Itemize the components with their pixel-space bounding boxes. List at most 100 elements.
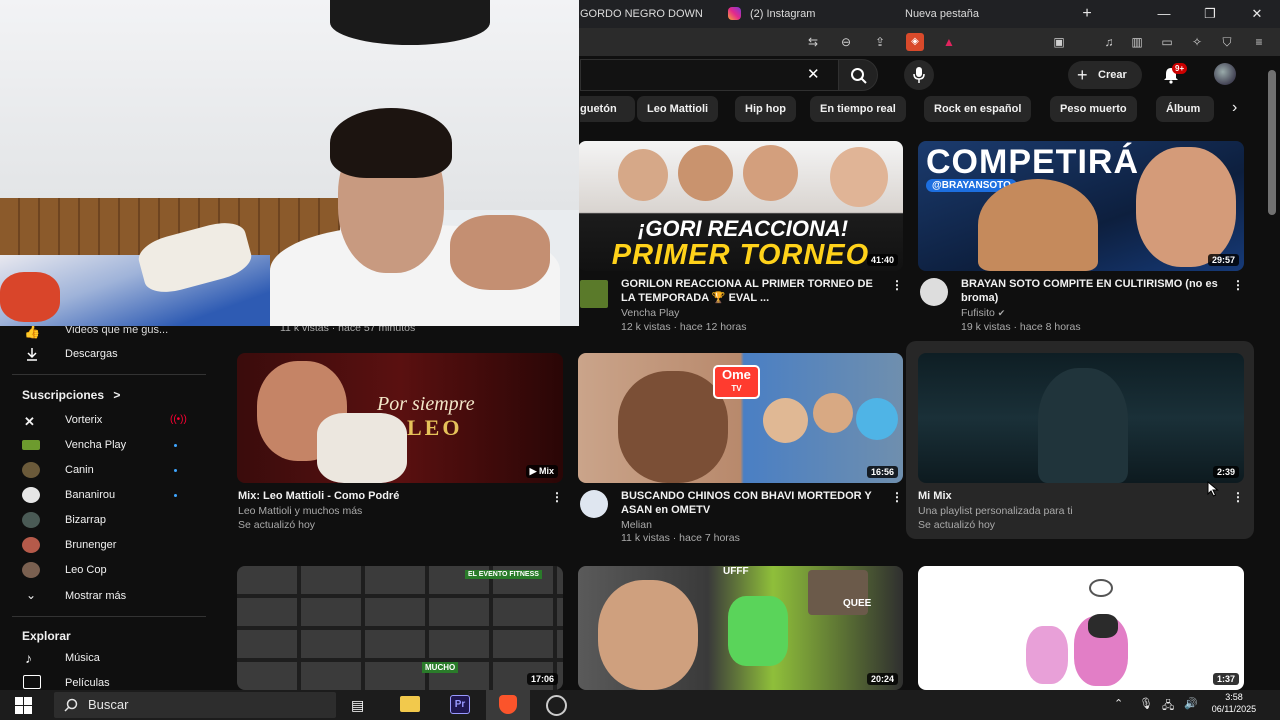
windows-start-icon[interactable] (15, 697, 32, 714)
channel-avatar[interactable] (580, 490, 608, 518)
share-icon[interactable]: ⇪ (871, 33, 889, 51)
channel-name[interactable]: Fufisito ✔ (961, 306, 1005, 320)
brunenger-avatar (22, 537, 40, 553)
thumb-face (856, 398, 898, 440)
more-options-icon[interactable]: ⋮ (1232, 490, 1244, 504)
channel-avatar[interactable] (920, 278, 948, 306)
chevron-up-icon[interactable]: ⌃ (1114, 697, 1123, 710)
sidebar-item-canin[interactable]: Canin (22, 460, 202, 480)
vpn-icon[interactable]: ⛉ (1218, 33, 1236, 51)
clear-search-icon[interactable]: ✕ (807, 65, 820, 83)
subscriptions-heading[interactable]: Suscripciones > (22, 388, 120, 402)
avatar[interactable] (1214, 63, 1236, 85)
video-thumbnail[interactable]: Ome TV 16:56 (578, 353, 903, 483)
chevron-right-icon[interactable]: › (1232, 99, 1237, 117)
chip-en-tiempo-real[interactable]: En tiempo real (810, 96, 906, 122)
video-thumbnail[interactable]: UFFF QUEE 20:24 (578, 566, 903, 690)
download-icon (27, 348, 37, 361)
sidebar-item-brunenger[interactable]: Brunenger (22, 535, 202, 555)
channel-name: Una playlist personalizada para ti (918, 505, 1073, 517)
chip-regueton[interactable]: guetón (580, 96, 635, 122)
brave-shields-icon[interactable]: ◈ (906, 33, 924, 51)
video-title[interactable]: BUSCANDO CHINOS CON BHAVI MORTEDOR Y ASA… (621, 489, 881, 517)
video-title[interactable]: GORILON REACCIONA AL PRIMER TORNEO DE LA… (621, 277, 881, 305)
sidebar-item-downloads[interactable]: Descargas (22, 344, 202, 364)
microphone-icon[interactable]: 🎙 (1139, 697, 1153, 710)
more-options-icon[interactable]: ⋮ (891, 490, 903, 504)
more-options-icon[interactable]: ⋮ (1232, 278, 1244, 292)
sidebar-item-label: Descargas (65, 348, 118, 360)
sidebar-item-vencha-play[interactable]: Vencha Play (22, 435, 202, 455)
chip-peso-muerto[interactable]: Peso muerto (1050, 96, 1137, 122)
screenshot-icon[interactable]: ▣ (1050, 33, 1068, 51)
network-icon[interactable]: 🖧 (1162, 697, 1174, 716)
video-meta: 11 k vistas · hace 7 horas (621, 532, 740, 544)
channel-name[interactable]: Vencha Play (621, 306, 679, 320)
more-options-icon[interactable]: ⋮ (551, 490, 563, 504)
grid-divider (237, 594, 563, 598)
media-icon[interactable]: ♫ (1100, 33, 1118, 51)
channel-name[interactable]: Melian (621, 518, 652, 532)
tab-new[interactable]: Nueva pestaña (905, 0, 1065, 28)
filter-chips: guetón Leo Mattioli Hip hop En tiempo re… (580, 96, 1270, 122)
tab-gordo-negro[interactable]: GORDO NEGRO DOWN (580, 0, 720, 28)
brave-rewards-icon[interactable]: ▲ (940, 33, 958, 51)
create-button[interactable]: + Crear (1068, 61, 1142, 89)
task-view-icon[interactable]: ▤ (351, 697, 364, 714)
tab-label: GORDO NEGRO DOWN (580, 8, 703, 20)
restore-button[interactable]: ❐ (1198, 4, 1222, 24)
voice-search-button[interactable] (904, 60, 934, 90)
video-thumbnail[interactable]: 1:37 (918, 566, 1244, 690)
video-title[interactable]: Mi Mix (918, 489, 1178, 503)
video-title[interactable]: BRAYAN SOTO COMPITE EN CULTIRISMO (no es… (961, 277, 1221, 305)
video-thumbnail[interactable]: Por siempre LEO ▶ Mix (237, 353, 563, 483)
channel-avatar[interactable] (580, 280, 608, 308)
sidebar-icon[interactable]: ▥ (1128, 33, 1146, 51)
sidebar-show-more[interactable]: ⌄ Mostrar más (22, 586, 202, 606)
menu-icon[interactable]: ≡ (1250, 33, 1268, 51)
file-explorer-icon[interactable] (400, 696, 420, 712)
video-thumbnail[interactable]: ¡GORI REACCIONA! PRIMER TORNEO 41:40 (578, 141, 903, 271)
scrollbar-thumb[interactable] (1268, 70, 1276, 215)
explore-heading: Explorar (22, 629, 71, 643)
duration-badge: 41:40 (866, 254, 898, 266)
volume-icon[interactable]: 🔊 (1184, 697, 1198, 710)
taskbar-search[interactable]: Buscar (54, 692, 336, 718)
minimize-button[interactable]: — (1152, 4, 1176, 24)
sidebar-item-leo-cop[interactable]: Leo Cop (22, 560, 202, 580)
sidebar-item-bizarrap[interactable]: Bizarrap (22, 510, 202, 530)
chip-leo-mattioli[interactable]: Leo Mattioli (637, 96, 719, 122)
taskbar-active-app[interactable] (486, 690, 530, 720)
translate-icon[interactable]: ⇆ (804, 33, 822, 51)
channel-name[interactable]: Leo Mattioli y muchos más (238, 504, 362, 518)
video-thumbnail[interactable]: 2:39 (918, 353, 1244, 483)
chip-album[interactable]: Álbum (1156, 96, 1214, 122)
care-bear-hair (1088, 614, 1118, 638)
sidebar-item-musica[interactable]: ♪ Música (22, 648, 202, 668)
search-button[interactable] (838, 59, 878, 91)
obs-icon[interactable] (546, 695, 567, 716)
notifications-button[interactable]: 9+ (1160, 62, 1188, 86)
chip-rock-en-espanol[interactable]: Rock en español (924, 96, 1032, 122)
chip-hip-hop[interactable]: Hip hop (735, 96, 796, 122)
zoom-icon[interactable]: ⊖ (837, 33, 855, 51)
leo-ai-icon[interactable]: ✧ (1188, 33, 1206, 51)
scrollbar[interactable] (1268, 62, 1276, 688)
video-thumbnail[interactable]: EL EVENTO FITNESS MUCHO 17:06 (237, 566, 563, 690)
more-options-icon[interactable]: ⋮ (891, 278, 903, 292)
tab-instagram[interactable]: (2) Instagram (728, 0, 888, 28)
thumb-face (598, 580, 698, 690)
sidebar-item-label: Brunenger (65, 539, 117, 551)
thumb-face (618, 149, 668, 201)
premiere-pro-icon[interactable]: Pr (450, 695, 470, 714)
wallet-icon[interactable]: ▭ (1158, 33, 1176, 51)
sidebar-item-vorterix[interactable]: ✕ Vorterix ((•)) (22, 410, 202, 430)
search-input[interactable]: ✕ (580, 59, 838, 91)
video-title[interactable]: Mix: Leo Mattioli - Como Podré (238, 489, 498, 503)
new-tab-button[interactable]: + (1075, 4, 1099, 24)
clock[interactable]: 3:58 06/11/2025 (1206, 691, 1262, 715)
sidebar-item-bananirou[interactable]: Bananirou (22, 485, 202, 505)
close-window-button[interactable]: ✕ (1245, 4, 1269, 24)
video-thumbnail[interactable]: COMPETIRÁ @BRAYANSOTO 29:57 (918, 141, 1244, 271)
vencha-avatar (22, 440, 40, 450)
